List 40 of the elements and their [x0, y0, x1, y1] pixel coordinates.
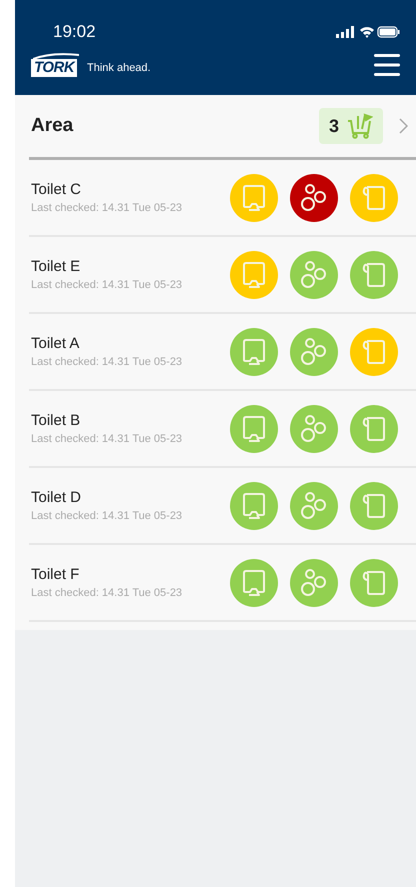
brand-slogan: Think ahead.: [87, 62, 151, 74]
toilet-name: Toilet C: [31, 181, 82, 198]
towel-dispenser-icon[interactable]: [230, 250, 278, 298]
last-checked-text: Last checked: 14.31 Tue 05-23: [31, 587, 182, 599]
last-checked-text: Last checked: 14.31 Tue 05-23: [31, 433, 182, 445]
toilet-name: Toilet E: [31, 258, 82, 275]
towel-dispenser-icon[interactable]: [230, 404, 278, 452]
last-checked-text: Last checked: 14.31 Tue 05-23: [31, 202, 182, 214]
toilet-name: Toilet B: [31, 412, 82, 429]
toilet-row[interactable]: Toilet F Last checked: 14.31 Tue 05-23: [29, 545, 416, 622]
towel-dispenser-icon[interactable]: [230, 482, 278, 530]
status-time: 19:02: [53, 22, 96, 42]
paper-roll-icon[interactable]: [350, 174, 398, 222]
toilet-name: Toilet F: [31, 566, 80, 583]
toilet-name: Toilet D: [31, 489, 82, 506]
towel-dispenser-icon[interactable]: [230, 328, 278, 376]
paper-roll-icon[interactable]: [350, 482, 398, 530]
toilet-row[interactable]: Toilet E Last checked: 14.31 Tue 05-23: [29, 237, 416, 314]
paper-roll-icon[interactable]: [350, 328, 398, 376]
cart-badge[interactable]: 3: [318, 108, 383, 144]
status-icons-drawing: [336, 25, 400, 39]
menu-button[interactable]: [374, 54, 400, 76]
toilet-row[interactable]: Toilet D Last checked: 14.31 Tue 05-23: [29, 468, 416, 545]
paper-roll-icon[interactable]: [350, 558, 398, 606]
last-checked-text: Last checked: 14.31 Tue 05-23: [31, 279, 182, 291]
soap-bubbles-icon[interactable]: [290, 174, 338, 222]
cleaning-cart-icon: [347, 113, 373, 139]
towel-dispenser-icon[interactable]: [230, 558, 278, 606]
paper-roll-icon[interactable]: [350, 250, 398, 298]
brand-logo: TORK: [31, 52, 81, 77]
toilet-name: Toilet A: [31, 335, 80, 352]
paper-roll-icon[interactable]: [350, 404, 398, 452]
last-checked-text: Last checked: 14.31 Tue 05-23: [31, 356, 182, 368]
chevron-right-icon[interactable]: [399, 118, 408, 134]
area-title: Area: [31, 115, 74, 137]
towel-dispenser-icon[interactable]: [230, 174, 278, 222]
toilet-row[interactable]: Toilet B Last checked: 14.31 Tue 05-23: [29, 391, 416, 468]
last-checked-text: Last checked: 14.31 Tue 05-23: [31, 510, 182, 522]
toilet-row[interactable]: Toilet A Last checked: 14.31 Tue 05-23: [29, 314, 416, 391]
toilet-row[interactable]: Toilet C Last checked: 14.31 Tue 05-23: [29, 160, 416, 237]
